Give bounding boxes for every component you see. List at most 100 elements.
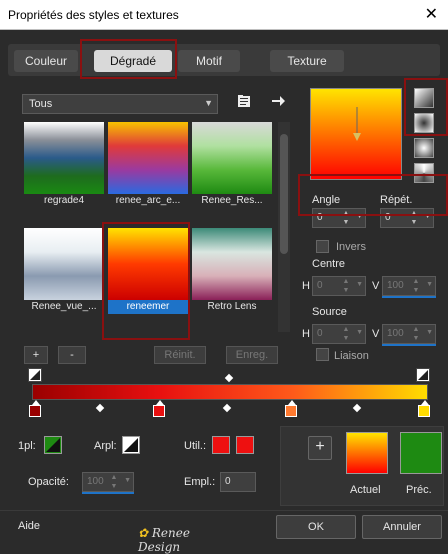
cancel-button[interactable]: Annuler xyxy=(362,515,442,539)
chevron-down-icon[interactable]: ▼ xyxy=(426,281,433,288)
radial-style-icon[interactable] xyxy=(414,138,434,158)
chevron-down-icon[interactable]: ▼ xyxy=(426,329,433,336)
color-midpoint-marker[interactable] xyxy=(352,403,362,413)
tab-motif[interactable]: Motif xyxy=(178,50,240,72)
gradient-thumb[interactable]: Retro Lens xyxy=(192,228,272,314)
chevron-down-icon[interactable]: ▼ xyxy=(356,329,363,336)
current-label: Actuel xyxy=(350,484,381,496)
source-v-field[interactable]: 100 ▲ ▼ ▼ xyxy=(382,324,436,344)
gradient-thumb-label: regrade4 xyxy=(43,195,85,206)
foreground-style-icon[interactable] xyxy=(44,436,62,454)
color-stop[interactable] xyxy=(285,400,297,417)
gradient-swatch xyxy=(192,228,272,300)
center-h-value: 0 xyxy=(317,280,323,291)
gradient-thumb-label: Renee_vue_... xyxy=(31,301,97,312)
link-label: Liaison xyxy=(334,350,369,362)
center-v-label: V xyxy=(372,280,380,292)
center-label: Centre xyxy=(312,258,346,270)
util-label: Util.: xyxy=(184,440,206,452)
gradient-swatch xyxy=(192,122,272,194)
opacity-value: 100 xyxy=(87,476,104,487)
empl-value: 0 xyxy=(225,476,231,487)
reinit-button[interactable]: Réinit. xyxy=(154,346,206,364)
gradient-swatch xyxy=(24,122,104,194)
color-midpoint-marker[interactable] xyxy=(95,403,105,413)
remove-gradient-button[interactable]: - xyxy=(58,346,86,364)
gradient-swatch xyxy=(24,228,104,300)
previous-label: Préc. xyxy=(406,484,432,496)
opacity-stop-right[interactable] xyxy=(416,368,430,382)
help-link[interactable]: Aide xyxy=(18,520,40,532)
stepper-arrows-icon[interactable]: ▲ ▼ xyxy=(411,277,421,295)
gradient-thumb[interactable]: Renee_vue_... xyxy=(24,228,104,314)
opacity-field[interactable]: 100 ▲ ▼ ▼ xyxy=(82,472,134,492)
window-title: Propriétés des styles et textures xyxy=(8,8,179,22)
save-button[interactable]: Enreg. xyxy=(226,346,278,364)
opacity-label: Opacité: xyxy=(28,476,69,488)
highlight-frame xyxy=(102,222,190,340)
highlight-frame xyxy=(298,174,448,216)
stepper-arrows-icon[interactable]: ▲ ▼ xyxy=(109,473,119,491)
library-filter-value: Tous xyxy=(29,98,53,110)
scrollbar-thumb[interactable] xyxy=(280,134,288,254)
gradient-thumb-label: Renee_Res... xyxy=(201,195,263,206)
tab-texture[interactable]: Texture xyxy=(270,50,344,72)
gradient-thumb[interactable]: Renee_Res... xyxy=(192,122,272,208)
color-stop[interactable] xyxy=(153,400,165,417)
used-color-swatch[interactable] xyxy=(212,436,230,454)
opacity-indicator xyxy=(82,492,134,494)
tab-couleur[interactable]: Couleur xyxy=(14,50,78,72)
invert-checkbox[interactable] xyxy=(316,240,329,253)
source-h-field[interactable]: 0 ▲ ▼ ▼ xyxy=(312,324,366,344)
stepper-arrows-icon[interactable]: ▲ ▼ xyxy=(411,325,421,343)
source-label: Source xyxy=(312,306,347,318)
center-v-indicator xyxy=(382,296,436,298)
current-swatch[interactable] xyxy=(346,432,388,474)
used-color-swatch[interactable] xyxy=(236,436,254,454)
ok-button[interactable]: OK xyxy=(276,515,356,539)
gradient-thumb[interactable]: renee_arc_e... xyxy=(108,122,188,208)
invert-label: Invers xyxy=(336,241,366,253)
library-filter-select[interactable]: Tous ▼ xyxy=(22,94,218,114)
chevron-down-icon[interactable]: ▼ xyxy=(356,281,363,288)
stepper-arrows-icon[interactable]: ▲ ▼ xyxy=(341,277,351,295)
link-checkbox[interactable] xyxy=(316,348,329,361)
source-v-label: V xyxy=(372,328,380,340)
empl-field[interactable]: 0 xyxy=(220,472,256,492)
gradient-swatch xyxy=(108,122,188,194)
arpl-label: Arpl: xyxy=(94,440,117,452)
gradient-direction-handle-icon xyxy=(353,107,361,141)
chevron-down-icon: ▼ xyxy=(204,98,213,108)
gradient-editor-bar[interactable] xyxy=(32,384,428,400)
gradient-thumb-label: Retro Lens xyxy=(207,301,257,312)
background-style-icon[interactable] xyxy=(122,436,140,454)
renee-design-logo: ✿ Renee Design xyxy=(138,526,190,554)
add-gradient-button[interactable]: + xyxy=(24,346,48,364)
center-h-field[interactable]: 0 ▲ ▼ ▼ xyxy=(312,276,366,296)
stepper-arrows-icon[interactable]: ▲ ▼ xyxy=(341,325,351,343)
gradient-thumb[interactable]: regrade4 xyxy=(24,122,104,208)
source-h-value: 0 xyxy=(317,328,323,339)
gradient-preview[interactable] xyxy=(310,88,402,180)
empl-label: Empl.: xyxy=(184,476,216,488)
chevron-down-icon[interactable]: ▼ xyxy=(124,477,131,484)
source-v-indicator xyxy=(382,344,436,346)
center-h-label: H xyxy=(302,280,310,292)
opacity-stop-left[interactable] xyxy=(28,368,42,382)
color-midpoint-marker[interactable] xyxy=(222,403,232,413)
title-bar: Propriétés des styles et textures ✕ xyxy=(0,0,448,30)
previous-swatch[interactable] xyxy=(400,432,442,474)
fpl-label: 1pl: xyxy=(18,440,36,452)
arrow-right-icon[interactable] xyxy=(270,94,286,110)
center-v-value: 100 xyxy=(387,280,404,291)
close-icon[interactable]: ✕ xyxy=(425,4,438,24)
document-list-icon[interactable] xyxy=(236,94,252,110)
center-v-field[interactable]: 100 ▲ ▼ ▼ xyxy=(382,276,436,296)
add-swatch-button[interactable]: + xyxy=(308,436,332,460)
tab-bar: Couleur Dégradé Motif Texture xyxy=(8,44,440,76)
color-stop[interactable] xyxy=(29,400,41,417)
highlight-frame xyxy=(80,39,177,79)
library-scrollbar[interactable] xyxy=(278,122,290,332)
color-stop[interactable] xyxy=(418,400,430,417)
opacity-midpoint-marker[interactable] xyxy=(224,373,234,383)
